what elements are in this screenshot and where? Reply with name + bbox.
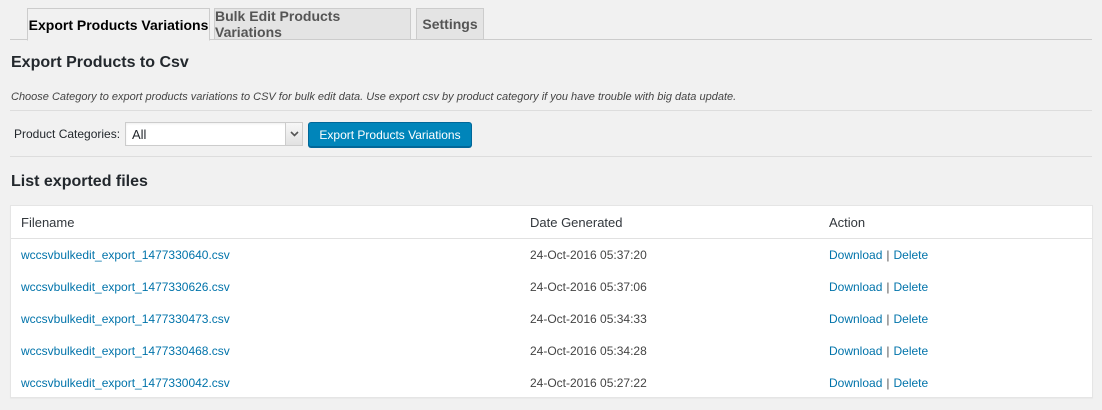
filename-link[interactable]: wccsvbulkedit_export_1477330626.csv — [21, 280, 230, 294]
tab-bar: Export Products Variations Bulk Edit Pro… — [10, 0, 1092, 41]
date-generated: 24-Oct-2016 05:37:20 — [530, 248, 647, 262]
filename-link[interactable]: wccsvbulkedit_export_1477330468.csv — [21, 344, 230, 358]
filename-link[interactable]: wccsvbulkedit_export_1477330042.csv — [21, 376, 230, 390]
tab-settings[interactable]: Settings — [416, 8, 484, 40]
delete-link[interactable]: Delete — [894, 312, 929, 326]
column-header-filename: Filename — [21, 215, 75, 230]
chevron-down-icon — [285, 123, 302, 145]
table-row: wccsvbulkedit_export_1477330468.csv 24-O… — [11, 335, 1092, 367]
download-link[interactable]: Download — [829, 248, 882, 262]
separator: | — [886, 312, 890, 326]
export-section-title: Export Products to Csv — [11, 54, 189, 71]
button-label: Export Products Variations — [319, 127, 461, 142]
column-header-action: Action — [829, 215, 866, 230]
separator: | — [886, 248, 890, 262]
table-row: wccsvbulkedit_export_1477330042.csv 24-O… — [11, 367, 1092, 399]
table-header: Filename Date Generated Action — [11, 206, 1092, 239]
delete-link[interactable]: Delete — [894, 376, 929, 390]
download-link[interactable]: Download — [829, 344, 882, 358]
date-generated: 24-Oct-2016 05:37:06 — [530, 280, 647, 294]
tab-label: Bulk Edit Products Variations — [215, 8, 341, 40]
delete-link[interactable]: Delete — [894, 344, 929, 358]
table-row: wccsvbulkedit_export_1477330640.csv 24-O… — [11, 239, 1092, 271]
tab-bulk-edit-products-variations[interactable]: Bulk Edit Products Variations — [214, 8, 411, 40]
separator: | — [886, 376, 890, 390]
separator: | — [886, 344, 890, 358]
table-row: wccsvbulkedit_export_1477330473.csv 24-O… — [11, 303, 1092, 335]
download-link[interactable]: Download — [829, 280, 882, 294]
tab-label: Export Products Variations — [28, 16, 209, 33]
table-row: wccsvbulkedit_export_1477330626.csv 24-O… — [11, 271, 1092, 303]
column-header-date: Date Generated — [530, 215, 623, 230]
tab-label: Settings — [422, 16, 478, 32]
product-categories-select[interactable]: All — [125, 122, 303, 146]
export-products-variations-button[interactable]: Export Products Variations — [308, 122, 472, 147]
download-link[interactable]: Download — [829, 376, 882, 390]
export-description: Choose Category to export products varia… — [11, 91, 737, 103]
date-generated: 24-Oct-2016 05:34:33 — [530, 312, 647, 326]
date-generated: 24-Oct-2016 05:27:22 — [530, 376, 647, 390]
divider — [10, 156, 1092, 157]
delete-link[interactable]: Delete — [894, 248, 929, 262]
filename-link[interactable]: wccsvbulkedit_export_1477330473.csv — [21, 312, 230, 326]
divider — [10, 110, 1092, 111]
tab-export-products-variations[interactable]: Export Products Variations — [27, 8, 210, 41]
date-generated: 24-Oct-2016 05:34:28 — [530, 344, 647, 358]
files-section-title: List exported files — [11, 173, 148, 190]
separator: | — [886, 280, 890, 294]
select-value: All — [132, 126, 147, 142]
page-wrap: Export Products Variations Bulk Edit Pro… — [0, 0, 1102, 41]
exported-files-table: Filename Date Generated Action wccsvbulk… — [10, 205, 1093, 398]
product-categories-label: Product Categories: — [14, 127, 121, 141]
delete-link[interactable]: Delete — [894, 280, 929, 294]
filename-link[interactable]: wccsvbulkedit_export_1477330640.csv — [21, 248, 230, 262]
download-link[interactable]: Download — [829, 312, 882, 326]
